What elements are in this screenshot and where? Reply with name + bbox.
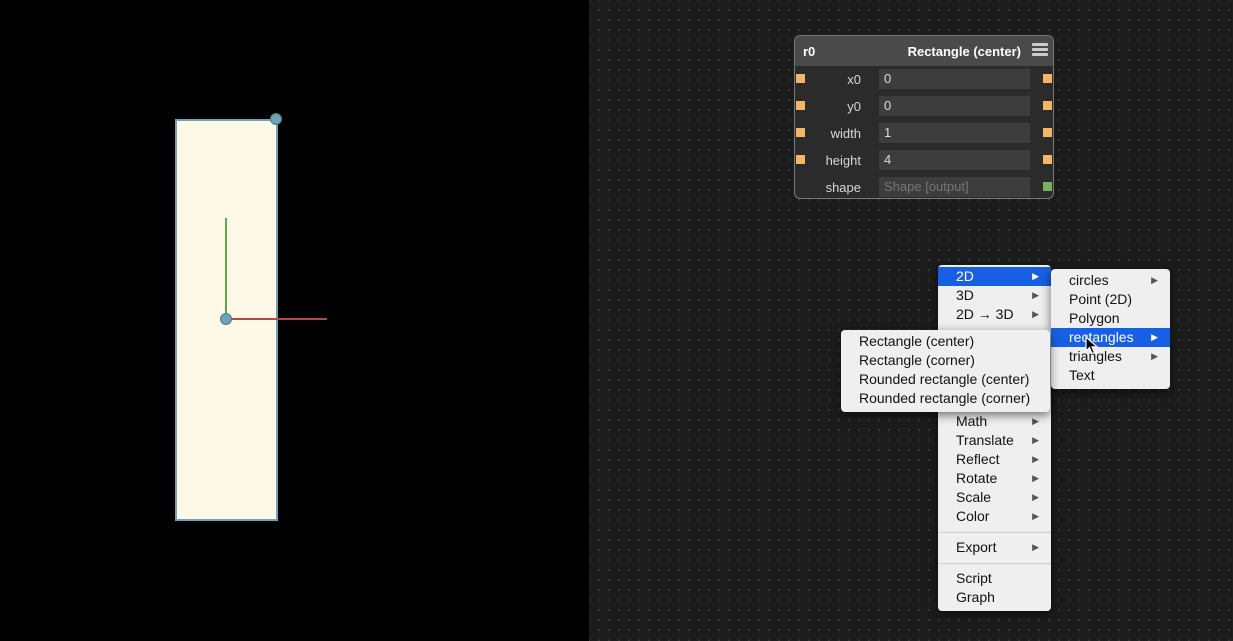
param-output-shape: Shape [output] bbox=[879, 177, 1030, 197]
triangle-right-icon: ▶ bbox=[1032, 271, 1039, 281]
param-row-height: height 4 bbox=[795, 147, 1053, 174]
menu-item-text[interactable]: Text bbox=[1051, 366, 1170, 385]
menu-item-graph[interactable]: Graph bbox=[938, 588, 1051, 607]
param-row-y0: y0 0 bbox=[795, 93, 1053, 120]
menu-item-rectangle-center[interactable]: Rectangle (center) bbox=[841, 332, 1050, 351]
menu-item-polygon[interactable]: Polygon bbox=[1051, 309, 1170, 328]
menu-item-translate[interactable]: Translate ▶ bbox=[938, 431, 1051, 450]
input-port[interactable] bbox=[796, 74, 805, 83]
hamburger-icon[interactable] bbox=[1032, 43, 1048, 58]
input-port[interactable] bbox=[796, 101, 805, 110]
triangle-right-icon: ▶ bbox=[1032, 492, 1039, 502]
menu-item-point-2d[interactable]: Point (2D) bbox=[1051, 290, 1170, 309]
node-name[interactable]: r0 bbox=[803, 44, 815, 59]
menu-separator bbox=[938, 563, 1051, 564]
input-port[interactable] bbox=[796, 128, 805, 137]
triangle-right-icon: ▶ bbox=[1032, 454, 1039, 464]
output-port[interactable] bbox=[1043, 74, 1052, 83]
menu-item-3d[interactable]: 3D ▶ bbox=[938, 286, 1051, 305]
param-label: shape bbox=[825, 180, 861, 195]
arrow-cursor-icon bbox=[1085, 336, 1099, 355]
rectangle-node[interactable]: r0 Rectangle (center) x0 0 y0 0 width 1 … bbox=[794, 35, 1054, 199]
menu-item-math[interactable]: Math ▶ bbox=[938, 412, 1051, 431]
triangle-right-icon: ▶ bbox=[1151, 351, 1158, 361]
param-label: height bbox=[825, 153, 861, 168]
param-input-y0[interactable]: 0 bbox=[879, 96, 1030, 116]
triangle-right-icon: ▶ bbox=[1032, 416, 1039, 426]
menu-item-color[interactable]: Color ▶ bbox=[938, 507, 1051, 526]
param-input-width[interactable]: 1 bbox=[879, 123, 1030, 143]
triangle-right-icon: ▶ bbox=[1032, 511, 1039, 521]
triangle-right-icon: ▶ bbox=[1032, 309, 1039, 319]
output-port[interactable] bbox=[1043, 128, 1052, 137]
menu-item-rounded-rectangle-corner[interactable]: Rounded rectangle (corner) bbox=[841, 389, 1050, 408]
menu-separator bbox=[938, 532, 1051, 533]
menu-item-2d[interactable]: 2D ▶ bbox=[938, 267, 1051, 286]
menu-item-rectangle-corner[interactable]: Rectangle (corner) bbox=[841, 351, 1050, 370]
submenu-2d: circles ▶ Point (2D) Polygon rectangles ▶ … bbox=[1051, 269, 1170, 389]
triangle-right-icon: ▶ bbox=[1032, 542, 1039, 552]
param-input-height[interactable]: 4 bbox=[879, 150, 1030, 170]
menu-item-rounded-rectangle-center[interactable]: Rounded rectangle (center) bbox=[841, 370, 1050, 389]
param-label: y0 bbox=[847, 99, 861, 114]
param-row-width: width 1 bbox=[795, 120, 1053, 147]
triangle-right-icon: ▶ bbox=[1151, 332, 1158, 342]
y-axis-line bbox=[225, 218, 227, 319]
param-input-x0[interactable]: 0 bbox=[879, 69, 1030, 89]
center-handle[interactable] bbox=[220, 313, 232, 325]
corner-handle[interactable] bbox=[270, 113, 282, 125]
menu-item-rectangles[interactable]: rectangles ▶ bbox=[1051, 328, 1170, 347]
param-row-shape: shape Shape [output] bbox=[795, 174, 1053, 198]
param-row-x0: x0 0 bbox=[795, 66, 1053, 93]
submenu-rectangles: Rectangle (center) Rectangle (corner) Ro… bbox=[841, 330, 1050, 412]
menu-item-triangles[interactable]: triangles ▶ bbox=[1051, 347, 1170, 366]
input-port[interactable] bbox=[796, 155, 805, 164]
menu-item-2d-to-3d[interactable]: 2D → 3D ▶ bbox=[938, 305, 1051, 324]
3d-viewport[interactable] bbox=[0, 0, 589, 641]
param-label: x0 bbox=[847, 72, 861, 87]
menu-item-script[interactable]: Script bbox=[938, 569, 1051, 588]
shape-output-port[interactable] bbox=[1043, 182, 1052, 191]
triangle-right-icon: ▶ bbox=[1032, 435, 1039, 445]
menu-item-scale[interactable]: Scale ▶ bbox=[938, 488, 1051, 507]
menu-item-circles[interactable]: circles ▶ bbox=[1051, 271, 1170, 290]
node-header[interactable]: r0 Rectangle (center) bbox=[795, 36, 1053, 66]
triangle-right-icon: ▶ bbox=[1032, 290, 1039, 300]
menu-item-rotate[interactable]: Rotate ▶ bbox=[938, 469, 1051, 488]
x-axis-line bbox=[226, 318, 327, 320]
menu-item-export[interactable]: Export ▶ bbox=[938, 538, 1051, 557]
param-label: width bbox=[830, 126, 861, 141]
context-menu: 2D ▶ 3D ▶ 2D → 3D ▶ Math ▶ Translate ▶ Reflec… bbox=[938, 265, 1051, 611]
output-port[interactable] bbox=[1043, 101, 1052, 110]
menu-item-reflect[interactable]: Reflect ▶ bbox=[938, 450, 1051, 469]
triangle-right-icon: ▶ bbox=[1151, 275, 1158, 285]
node-title: Rectangle (center) bbox=[907, 44, 1021, 59]
triangle-right-icon: ▶ bbox=[1032, 473, 1039, 483]
output-port[interactable] bbox=[1043, 155, 1052, 164]
